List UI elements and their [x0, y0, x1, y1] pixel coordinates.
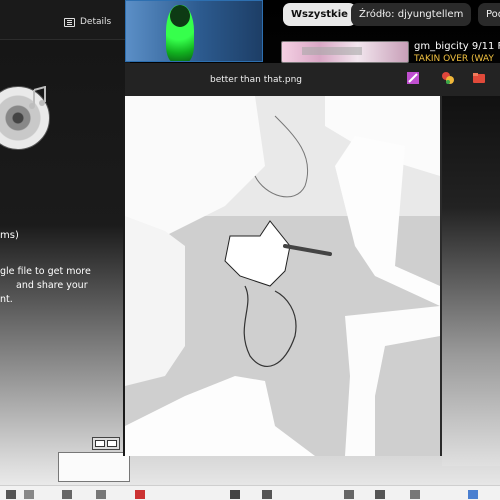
empty-state-heading: ms)	[0, 230, 19, 241]
details-button[interactable]: Details	[60, 14, 115, 30]
taskbar-app-icon[interactable]	[230, 490, 240, 499]
edge-detected-image	[125, 96, 440, 456]
filter-chip-all[interactable]: Wszystkie	[283, 3, 356, 26]
edit-icon[interactable]	[406, 71, 420, 85]
taskbar-app-icon[interactable]	[375, 490, 385, 499]
video-title[interactable]: gm_bigcity 9/11 F	[414, 41, 500, 52]
filter-chip-more[interactable]: Pod	[478, 3, 500, 26]
figure-head-image	[170, 5, 190, 27]
image-canvas	[125, 96, 440, 456]
taskbar-app-icon[interactable]	[468, 490, 478, 499]
taskbar-app-icon[interactable]	[410, 490, 420, 499]
music-player-window	[0, 0, 130, 500]
empty-state-text: gle file to get more	[0, 266, 91, 277]
empty-state-text: and share your	[16, 280, 88, 291]
viewer-filename: better than that.png	[210, 75, 302, 85]
details-icon	[64, 17, 75, 27]
folder-icon[interactable]	[472, 71, 486, 85]
music-note-icon	[29, 86, 46, 109]
filter-chip-source[interactable]: Źródło: djyungtellem	[351, 3, 472, 26]
view-toggle-button[interactable]	[92, 437, 120, 450]
taskbar-app-icon[interactable]	[96, 490, 106, 499]
taskbar	[0, 485, 500, 500]
details-label: Details	[80, 17, 112, 27]
video-preview-tile[interactable]	[125, 0, 263, 62]
notification-box	[58, 452, 130, 482]
side-panel-scroll[interactable]	[442, 96, 500, 466]
taskbar-app-icon[interactable]	[135, 490, 145, 499]
taskbar-app-icon[interactable]	[24, 490, 34, 499]
taskbar-app-icon[interactable]	[344, 490, 354, 499]
empty-state-text: nt.	[0, 294, 13, 305]
taskbar-app-icon[interactable]	[62, 490, 72, 499]
video-thumbnail[interactable]	[281, 41, 409, 63]
taskbar-app-icon[interactable]	[262, 490, 272, 499]
taskbar-app-icon[interactable]	[6, 490, 16, 499]
share-icon[interactable]	[441, 71, 455, 85]
